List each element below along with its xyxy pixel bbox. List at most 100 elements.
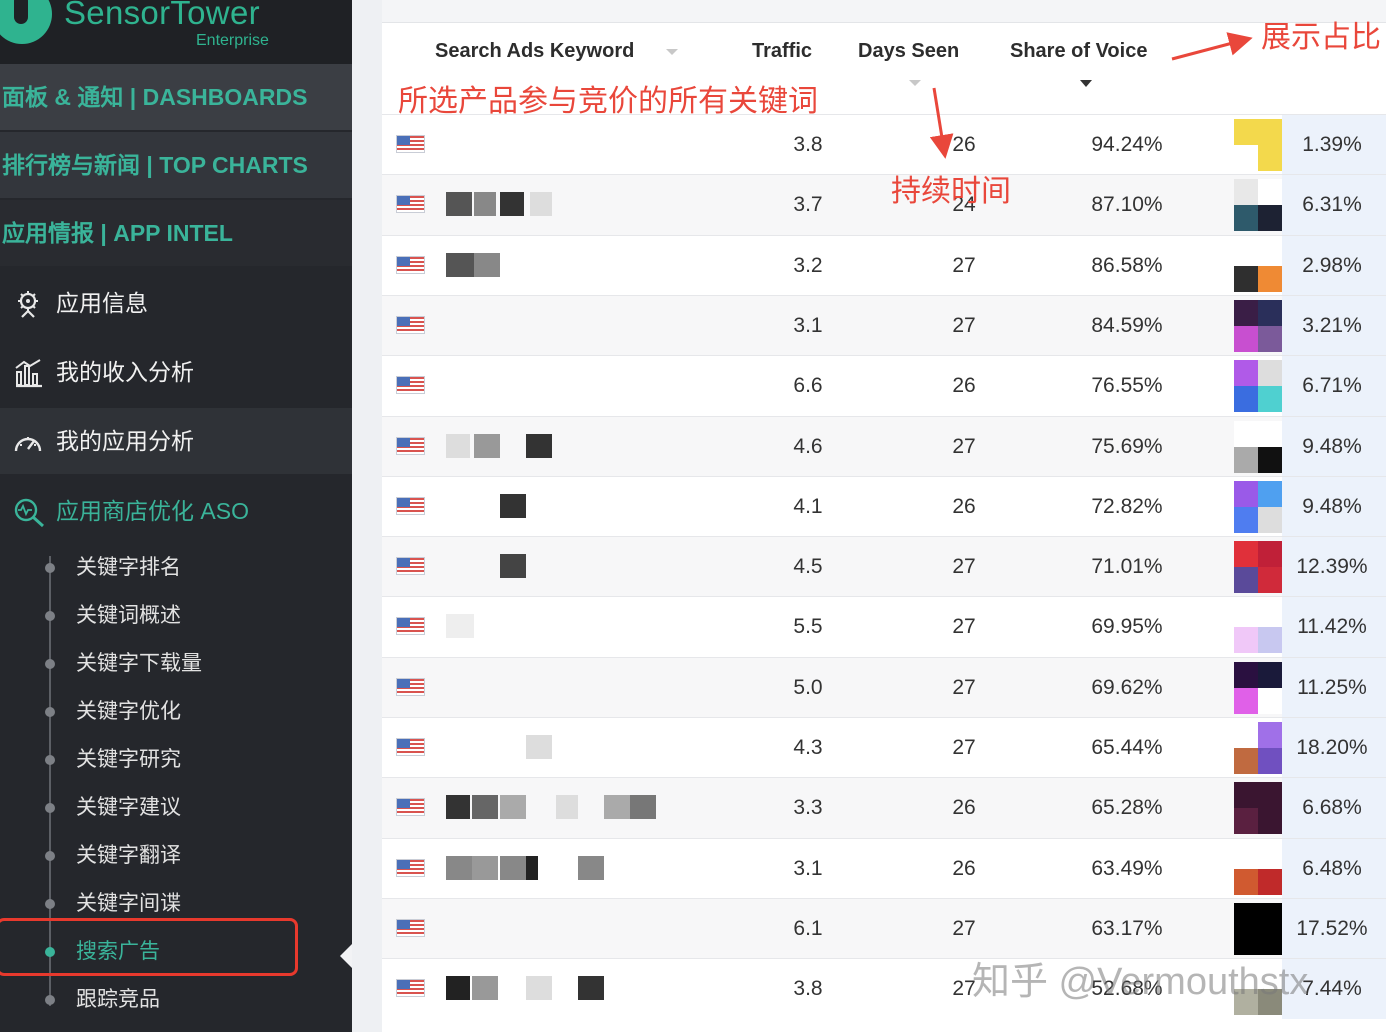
bullet-icon [45, 899, 55, 909]
traffic-value: 4.6 [793, 434, 823, 458]
header-share-of-voice[interactable]: Share of Voice [1010, 40, 1147, 63]
annotation-share: 展示占比 [1261, 21, 1381, 54]
app-icon[interactable] [1234, 299, 1282, 352]
redacted-keyword-block [446, 614, 474, 639]
nav-app-analysis-label: 我的应用分析 [56, 428, 194, 454]
redacted-keyword-block [500, 192, 524, 217]
table-row[interactable]: 5.0 27 69.62% 11.25% [382, 656, 1386, 718]
us-flag-icon [396, 617, 425, 636]
redacted-keyword-block [578, 855, 604, 880]
sub-keyword-research[interactable]: 关键字研究 [0, 736, 352, 784]
table-row[interactable]: 3.1 26 63.49% 6.48% [382, 837, 1386, 899]
nav-top-charts[interactable]: 排行榜与新闻 | TOP CHARTS [0, 132, 352, 198]
redacted-keyword-block [530, 192, 552, 217]
redacted-keyword-block [604, 795, 630, 820]
active-pointer-icon [340, 944, 352, 968]
sub-track-competitors[interactable]: 跟踪竞品 [0, 976, 352, 1024]
display-share-value: 11.25% [1297, 675, 1367, 699]
bullet-icon [45, 563, 55, 573]
display-share-value: 6.68% [1302, 796, 1362, 820]
sub-keyword-overview[interactable]: 关键词概述 [0, 592, 352, 640]
share-of-voice-value: 75.69% [1091, 434, 1163, 458]
nav-revenue-analysis[interactable]: 我的收入分析 [0, 339, 352, 405]
app-icon[interactable] [1234, 601, 1282, 654]
traffic-value: 5.0 [793, 675, 823, 699]
watermark: 知乎 @Vermouthstx [972, 961, 1309, 1003]
app-icon[interactable] [1234, 420, 1282, 473]
us-flag-icon [396, 195, 425, 214]
table-row[interactable]: 3.1 27 84.59% 3.21% [382, 294, 1386, 356]
table-row[interactable]: 4.6 27 75.69% 9.48% [382, 415, 1386, 477]
display-share-value: 6.71% [1302, 374, 1362, 398]
sub-track-competitors-label: 跟踪竞品 [76, 988, 160, 1011]
us-flag-icon [396, 557, 425, 576]
redacted-keyword-block [500, 554, 526, 579]
sub-keyword-suggestions[interactable]: 关键字建议 [0, 784, 352, 832]
traffic-value: 6.6 [793, 374, 823, 398]
share-of-voice-value: 65.28% [1091, 796, 1163, 820]
app-icon[interactable] [1234, 902, 1282, 955]
table-row[interactable]: 6.6 26 76.55% 6.71% [382, 355, 1386, 417]
sub-keyword-translation[interactable]: 关键字翻译 [0, 832, 352, 880]
share-of-voice-value: 86.58% [1091, 253, 1163, 277]
table-row[interactable]: 4.1 26 72.82% 9.48% [382, 475, 1386, 537]
table-row[interactable]: 4.3 27 65.44% 18.20% [382, 717, 1386, 778]
sub-keyword-optimization-label: 关键字优化 [76, 700, 181, 723]
redacted-keyword-block [526, 735, 552, 759]
table-row[interactable]: 3.7 24 87.10% 6.31% [382, 174, 1386, 236]
aso-magnifier-icon [14, 498, 45, 528]
app-info-icon [18, 291, 38, 318]
redacted-keyword-block [630, 795, 656, 820]
table-top-strip [382, 0, 1386, 23]
sub-keyword-research-label: 关键字研究 [76, 748, 181, 771]
header-days-seen[interactable]: Days Seen [858, 40, 959, 63]
table-row[interactable]: 3.2 27 86.58% 2.98% [382, 234, 1386, 296]
share-of-voice-value: 94.24% [1091, 133, 1163, 156]
header-traffic[interactable]: Traffic [752, 40, 812, 63]
table-row[interactable]: 3.3 26 65.28% 6.68% [382, 777, 1386, 839]
app-icon[interactable] [1234, 842, 1282, 895]
nav-app-intel[interactable]: 应用情报 | APP INTEL [0, 200, 352, 266]
us-flag-icon [396, 677, 425, 696]
display-share-value: 2.98% [1302, 253, 1362, 277]
app-icon[interactable] [1234, 661, 1282, 714]
app-icon[interactable] [1234, 541, 1282, 594]
sensortower-logo-icon [0, 0, 52, 44]
app-icon[interactable] [1234, 782, 1282, 835]
sort-days-seen-icon[interactable] [909, 80, 921, 86]
nav-dashboards[interactable]: 面板 & 通知 | DASHBOARDS [0, 64, 352, 130]
redacted-keyword-block [526, 976, 552, 1001]
app-icon[interactable] [1234, 360, 1282, 413]
redacted-keyword-block [526, 433, 552, 458]
redacted-keyword-block [446, 855, 472, 880]
nav-aso[interactable]: 应用商店优化 ASO [0, 478, 352, 544]
share-of-voice-value: 69.62% [1091, 675, 1163, 699]
display-share-value: 6.48% [1302, 856, 1362, 880]
redacted-keyword-block [500, 493, 526, 518]
table-row[interactable]: 5.5 27 69.95% 11.42% [382, 596, 1386, 658]
sub-keyword-optimization[interactable]: 关键字优化 [0, 688, 352, 736]
table-row[interactable]: 3.8 26 94.24% 1.39% [382, 114, 1386, 175]
share-of-voice-value: 71.01% [1091, 555, 1163, 579]
nav-app-analysis[interactable]: 我的应用分析 [0, 408, 352, 474]
redacted-keyword-block [446, 252, 474, 277]
sort-keyword-icon[interactable] [666, 49, 678, 55]
sub-keyword-downloads[interactable]: 关键字下载量 [0, 640, 352, 688]
brand-name: SensorTower [64, 0, 260, 31]
sub-keyword-ranking[interactable]: 关键字排名 [0, 544, 352, 592]
nav-app-info[interactable]: 应用信息 [0, 270, 352, 336]
header-keyword[interactable]: Search Ads Keyword [435, 40, 634, 63]
traffic-value: 3.1 [793, 313, 823, 337]
sort-share-of-voice-icon[interactable] [1080, 80, 1092, 87]
app-icon[interactable] [1234, 722, 1282, 774]
brand-logo[interactable]: SensorTower Enterprise [0, 0, 352, 64]
app-icon[interactable] [1234, 119, 1282, 171]
table-row[interactable]: 4.5 27 71.01% 12.39% [382, 536, 1386, 598]
annotation-duration: 持续时间 [891, 175, 1011, 208]
app-icon[interactable] [1234, 480, 1282, 533]
brand-edition: Enterprise [196, 32, 269, 49]
app-icon[interactable] [1234, 239, 1282, 292]
app-icon[interactable] [1234, 179, 1282, 232]
traffic-value: 4.3 [793, 736, 823, 759]
traffic-value: 3.2 [793, 253, 823, 277]
